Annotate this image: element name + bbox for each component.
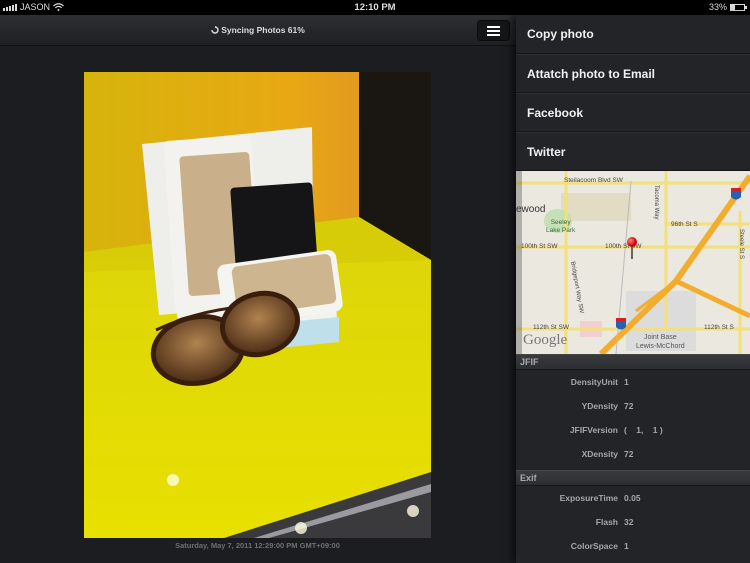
metadata-row: DensityUnit 1 xyxy=(570,377,629,387)
map-label-112th-west: 112th St SW xyxy=(533,324,570,331)
share-panel: Copy photo Attatch photo to Email Facebo… xyxy=(516,15,750,563)
map-label-96th: 96th St S xyxy=(671,221,698,228)
sync-status-text: Syncing Photos 61% xyxy=(221,25,305,35)
interstate-5-shield xyxy=(731,188,741,200)
metadata-list: JFIF DensityUnit 1 YDensity 72 JFIFVersion… xyxy=(516,354,750,558)
hamburger-menu-icon xyxy=(487,25,500,28)
map-label-steilacoom: Steilacoom Blvd SW xyxy=(564,177,623,184)
photo-image xyxy=(84,72,431,538)
section-header-jfif: JFIF xyxy=(516,354,750,370)
metadata-row: Flash 32 xyxy=(595,517,634,527)
map-label-tacoma: Tacoma Way xyxy=(653,185,659,220)
metadata-row: ExposureTime 0.05 xyxy=(559,493,641,503)
map-label-steele: Steele St S xyxy=(738,229,744,260)
google-logo: Google xyxy=(523,332,568,348)
clock: 12:10 PM xyxy=(354,2,396,13)
battery-icon xyxy=(730,3,747,11)
sync-status: Syncing Photos 61% xyxy=(0,25,516,35)
map-label-seeley: Seeley Lake Park xyxy=(546,219,576,234)
map-pin-icon[interactable] xyxy=(627,237,637,261)
photo-date: Saturday, May 7, 2011 12:29:00 PM GMT+09… xyxy=(175,541,340,550)
facebook-button[interactable]: Facebook xyxy=(516,93,750,132)
metadata-row: JFIFVersion( 1, 1 ) xyxy=(569,425,663,435)
map-label-112th: 112th St S xyxy=(704,324,734,331)
sync-icon xyxy=(211,26,219,34)
battery-percent: 33% xyxy=(708,2,727,12)
metadata-row: ColorSpace 1 xyxy=(570,541,629,551)
metadata-row: XDensity 72 xyxy=(581,449,634,459)
email-photo-button[interactable]: Attatch photo to Email xyxy=(516,54,750,93)
location-map[interactable]: Steilacoom Blvd SW Tacoma Way ewood Seel… xyxy=(516,171,750,354)
map-label-100th-west: 100th St SW xyxy=(521,243,558,250)
copy-photo-button[interactable]: Copy photo xyxy=(516,15,750,54)
map-label-joint-base: Joint Base Lewis-McChord xyxy=(636,334,685,350)
photo[interactable] xyxy=(84,72,431,538)
twitter-button[interactable]: Twitter xyxy=(516,132,750,171)
metadata-row: YDensity 72 xyxy=(581,401,634,411)
navigation-bar: Syncing Photos 61% xyxy=(0,15,516,46)
section-header-exif: Exif xyxy=(516,470,750,486)
menu-button[interactable] xyxy=(477,20,510,41)
status-bar: JASON 12:10 PM 33% xyxy=(0,0,750,15)
map-label-lakewood: ewood xyxy=(516,204,546,215)
photo-viewer: Syncing Photos 61% Saturday, May 7, 2011… xyxy=(0,15,516,563)
